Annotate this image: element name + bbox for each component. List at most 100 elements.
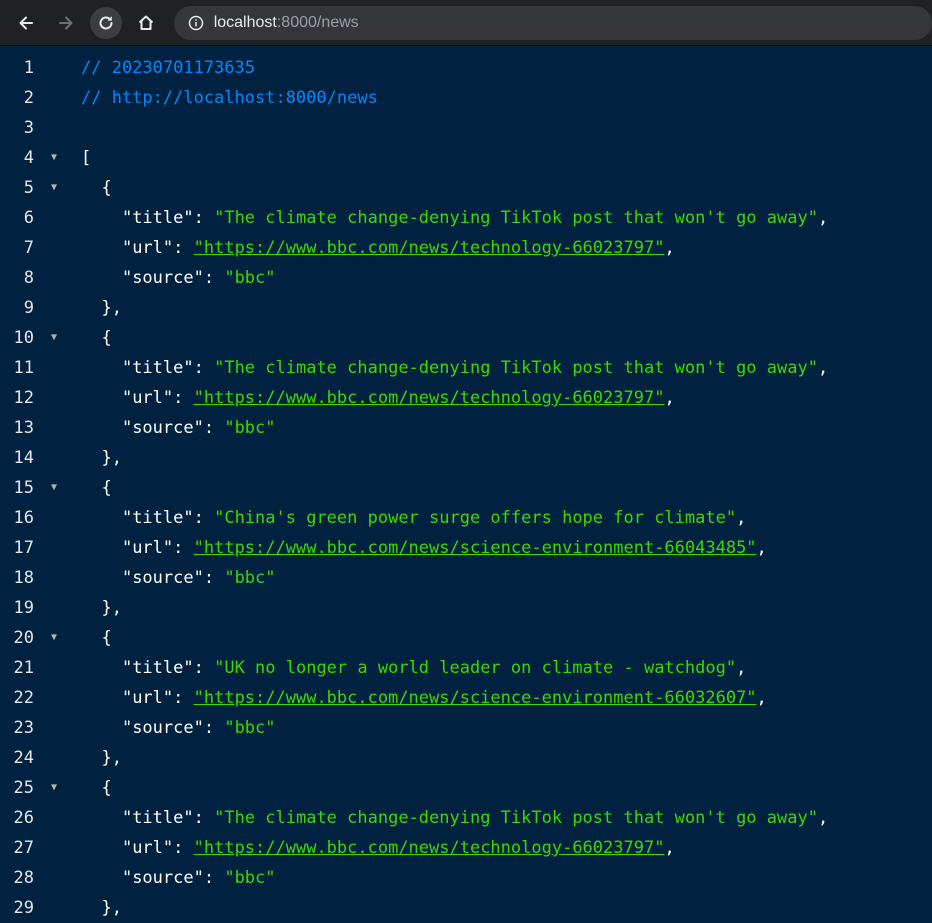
line-number: 5 bbox=[23, 178, 34, 198]
line-number: 1 bbox=[23, 58, 34, 78]
url-link[interactable]: "https://www.bbc.com/news/technology-660… bbox=[194, 388, 665, 408]
json-value: "The climate change-denying TikTok post … bbox=[214, 208, 818, 228]
line-number: 7 bbox=[23, 238, 34, 258]
code-content: }, bbox=[81, 443, 121, 473]
url-link[interactable]: "https://www.bbc.com/news/science-enviro… bbox=[194, 688, 757, 708]
code-line: 24 }, bbox=[0, 743, 932, 773]
code-line: 18 "source": "bbc" bbox=[0, 563, 932, 593]
colon: : bbox=[203, 418, 225, 438]
comma: , bbox=[756, 688, 767, 708]
code-content: }, bbox=[81, 743, 121, 773]
fold-toggle-icon[interactable]: ▼ bbox=[51, 473, 57, 503]
code-line: 22 "url": "https://www.bbc.com/news/scie… bbox=[0, 683, 932, 713]
colon: : bbox=[193, 358, 215, 378]
line-number: 18 bbox=[13, 568, 34, 588]
json-value: "bbc" bbox=[224, 868, 276, 888]
comment-text: // 20230701173635 bbox=[81, 58, 255, 78]
code-line: 23 "source": "bbc" bbox=[0, 713, 932, 743]
line-number: 22 bbox=[13, 688, 34, 708]
colon: : bbox=[203, 268, 225, 288]
code-content: "url": "https://www.bbc.com/news/science… bbox=[81, 533, 767, 563]
colon: : bbox=[173, 238, 194, 258]
fold-toggle-icon[interactable]: ▼ bbox=[51, 623, 57, 653]
code-content: [ bbox=[81, 143, 91, 173]
json-value: "China's green power surge offers hope f… bbox=[214, 508, 737, 528]
open-brace: { bbox=[81, 178, 112, 198]
url-link[interactable]: "https://www.bbc.com/news/science-enviro… bbox=[194, 538, 757, 558]
json-value: "bbc" bbox=[224, 718, 276, 738]
fold-toggle-icon[interactable]: ▼ bbox=[51, 173, 57, 203]
code-line: 28 "source": "bbc" bbox=[0, 863, 932, 893]
reload-button[interactable] bbox=[89, 6, 122, 39]
line-number: 6 bbox=[23, 208, 34, 228]
comma: , bbox=[664, 388, 675, 408]
fold-toggle-icon[interactable]: ▼ bbox=[51, 773, 57, 803]
colon: : bbox=[193, 808, 215, 828]
code-content: "title": "The climate change-denying Tik… bbox=[81, 353, 828, 383]
code-content: "source": "bbc" bbox=[81, 563, 276, 593]
code-content: { bbox=[81, 623, 111, 653]
json-key: "source" bbox=[121, 418, 204, 438]
colon: : bbox=[193, 658, 215, 678]
comma: , bbox=[817, 808, 829, 828]
fold-toggle-icon[interactable]: ▼ bbox=[51, 323, 57, 353]
code-content: }, bbox=[81, 893, 122, 923]
info-icon[interactable] bbox=[188, 15, 204, 31]
code-line: 2 // http://localhost:8000/news bbox=[0, 83, 932, 113]
json-key: "url" bbox=[121, 238, 174, 258]
line-number: 14 bbox=[13, 448, 34, 468]
comma: , bbox=[664, 838, 675, 858]
json-key: "source" bbox=[121, 718, 204, 738]
line-number: 2 bbox=[23, 88, 34, 108]
back-button[interactable] bbox=[10, 7, 42, 39]
code-content: "url": "https://www.bbc.com/news/technol… bbox=[81, 833, 675, 863]
close-brace: }, bbox=[81, 898, 122, 918]
colon: : bbox=[193, 208, 215, 228]
json-value: "The climate change-denying TikTok post … bbox=[214, 808, 818, 828]
code-line: 1 // 20230701173635 bbox=[0, 53, 932, 83]
comma: , bbox=[817, 358, 829, 378]
colon: : bbox=[203, 718, 225, 738]
line-number: 20 bbox=[13, 628, 34, 648]
line-number: 11 bbox=[13, 358, 34, 378]
close-brace: }, bbox=[81, 598, 122, 618]
line-number: 19 bbox=[13, 598, 34, 618]
url-path: :8000/news bbox=[276, 13, 359, 31]
code-line: 29 }, bbox=[0, 893, 932, 923]
home-button[interactable] bbox=[130, 7, 162, 39]
arrow-right-icon bbox=[58, 16, 73, 29]
code-content: "source": "bbc" bbox=[81, 863, 276, 893]
json-value: "bbc" bbox=[224, 268, 276, 288]
open-brace: { bbox=[81, 478, 112, 498]
code-content: { bbox=[81, 323, 111, 353]
json-key: "title" bbox=[121, 358, 194, 378]
code-line: 14 }, bbox=[0, 443, 932, 473]
address-bar[interactable]: localhost:8000/news bbox=[173, 5, 932, 40]
code-line: 10 ▼ { bbox=[0, 323, 932, 353]
json-value: "bbc" bbox=[224, 418, 276, 438]
url-link[interactable]: "https://www.bbc.com/news/technology-660… bbox=[194, 838, 665, 858]
line-number: 29 bbox=[13, 898, 34, 918]
fold-toggle-icon[interactable]: ▼ bbox=[51, 143, 57, 173]
comment-text: // http://localhost:8000/news bbox=[81, 88, 378, 108]
code-content: }, bbox=[81, 593, 122, 623]
code-line: 13 "source": "bbc" bbox=[0, 413, 932, 443]
open-brace: { bbox=[81, 778, 112, 798]
code-content: "source": "bbc" bbox=[81, 413, 276, 443]
forward-button[interactable] bbox=[50, 7, 82, 39]
code-line: 8 "source": "bbc" bbox=[0, 263, 932, 293]
code-line: 19 }, bbox=[0, 593, 932, 623]
code-content: "title": "China's green power surge offe… bbox=[81, 503, 746, 533]
home-icon bbox=[138, 15, 153, 30]
url-link[interactable]: "https://www.bbc.com/news/technology-660… bbox=[194, 238, 665, 258]
